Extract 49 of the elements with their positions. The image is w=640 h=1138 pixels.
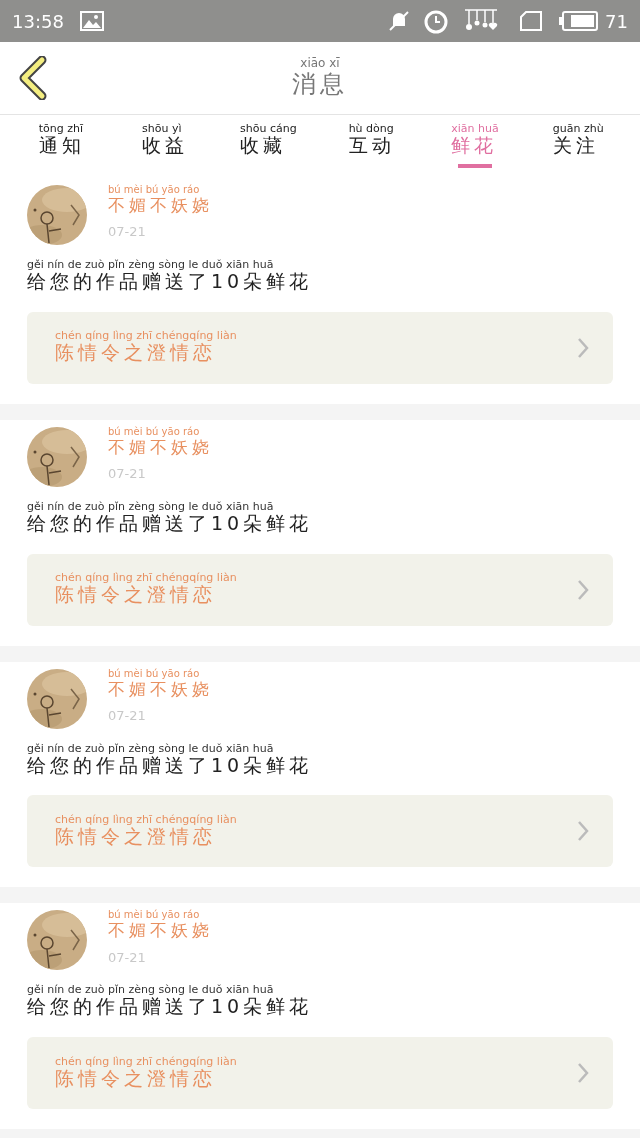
tab-pinyin: shōu cáng	[240, 123, 297, 134]
battery-icon	[559, 10, 600, 32]
work-title-pinyin: chén qíng lìng zhī chéngqíng liàn	[55, 813, 237, 825]
status-time: 13:58	[12, 9, 64, 34]
user-name: 不媚不妖娆	[108, 436, 213, 458]
page-title-pinyin: xiāo xī	[300, 57, 340, 69]
user-name-pinyin: bú mèi bú yāo ráo	[108, 668, 200, 679]
chevron-right-icon	[577, 336, 589, 359]
user-name: 不媚不妖娆	[108, 678, 213, 700]
work-title: 陈情令之澄情恋	[55, 341, 216, 366]
user-name-pinyin: bú mèi bú yāo ráo	[108, 910, 200, 921]
work-title-pinyin: chén qíng lìng zhī chéngqíng liàn	[55, 330, 237, 342]
alarm-icon	[423, 8, 450, 34]
tab-underline	[457, 164, 492, 168]
work-title: 陈情令之澄情恋	[55, 1066, 216, 1091]
tab-pinyin: xiān huā	[451, 123, 499, 134]
notification-message: 给您的作品赠送了10朵鲜花	[27, 753, 313, 778]
tab[interactable]: 互动	[348, 134, 395, 158]
work-title: 陈情令之澄情恋	[55, 824, 216, 849]
chevron-right-icon	[577, 578, 589, 601]
battery-level: 71	[605, 9, 628, 34]
tab[interactable]: 通知	[38, 134, 85, 158]
tab-pinyin: shōu yì	[142, 123, 182, 134]
tab-pinyin: hù dòng	[348, 123, 394, 134]
tab[interactable]: 收藏	[240, 134, 286, 158]
work-title-pinyin: chén qíng lìng zhī chéngqíng liàn	[55, 572, 237, 584]
chevron-right-icon	[577, 1062, 589, 1084]
sim-card-icon	[519, 11, 544, 31]
user-name-pinyin: bú mèi bú yāo ráo	[108, 185, 200, 195]
tab[interactable]: 关注	[552, 134, 599, 158]
notification-message-pinyin: gěi nín de zuò pǐn zèng sòng le duǒ xiān huā	[27, 742, 274, 754]
chevron-right-icon	[577, 820, 589, 843]
tab-pinyin: tōng zhī	[38, 123, 83, 134]
user-name: 不媚不妖娆	[108, 920, 213, 942]
mute-icon	[387, 9, 412, 33]
user-name-pinyin: bú mèi bú yāo ráo	[108, 426, 200, 437]
work-title: 陈情令之澄情恋	[55, 583, 216, 607]
tab[interactable]: 收益	[142, 134, 188, 158]
notification-message: 给您的作品赠送了10朵鲜花	[27, 995, 313, 1019]
notification-message-pinyin: gěi nín de zuò pǐn zèng sòng le duǒ xiān huā	[27, 259, 274, 270]
work-title-pinyin: chén qíng lìng zhī chéngqíng liàn	[55, 1055, 237, 1067]
tab-pinyin: guān zhù	[552, 123, 604, 134]
user-name: 不媚不妖娆	[108, 195, 213, 217]
notification-message: 给您的作品赠送了10朵鲜花	[27, 511, 313, 536]
notification-message: 给您的作品赠送了10朵鲜花	[27, 270, 313, 294]
notification-message-pinyin: gěi nín de zuò pǐn zèng sòng le duǒ xiān huā	[27, 500, 274, 512]
notification-message-pinyin: gěi nín de zuò pǐn zèng sòng le duǒ xiān huā	[27, 984, 274, 996]
image-icon	[79, 11, 104, 31]
page-title: 消息	[292, 69, 348, 99]
